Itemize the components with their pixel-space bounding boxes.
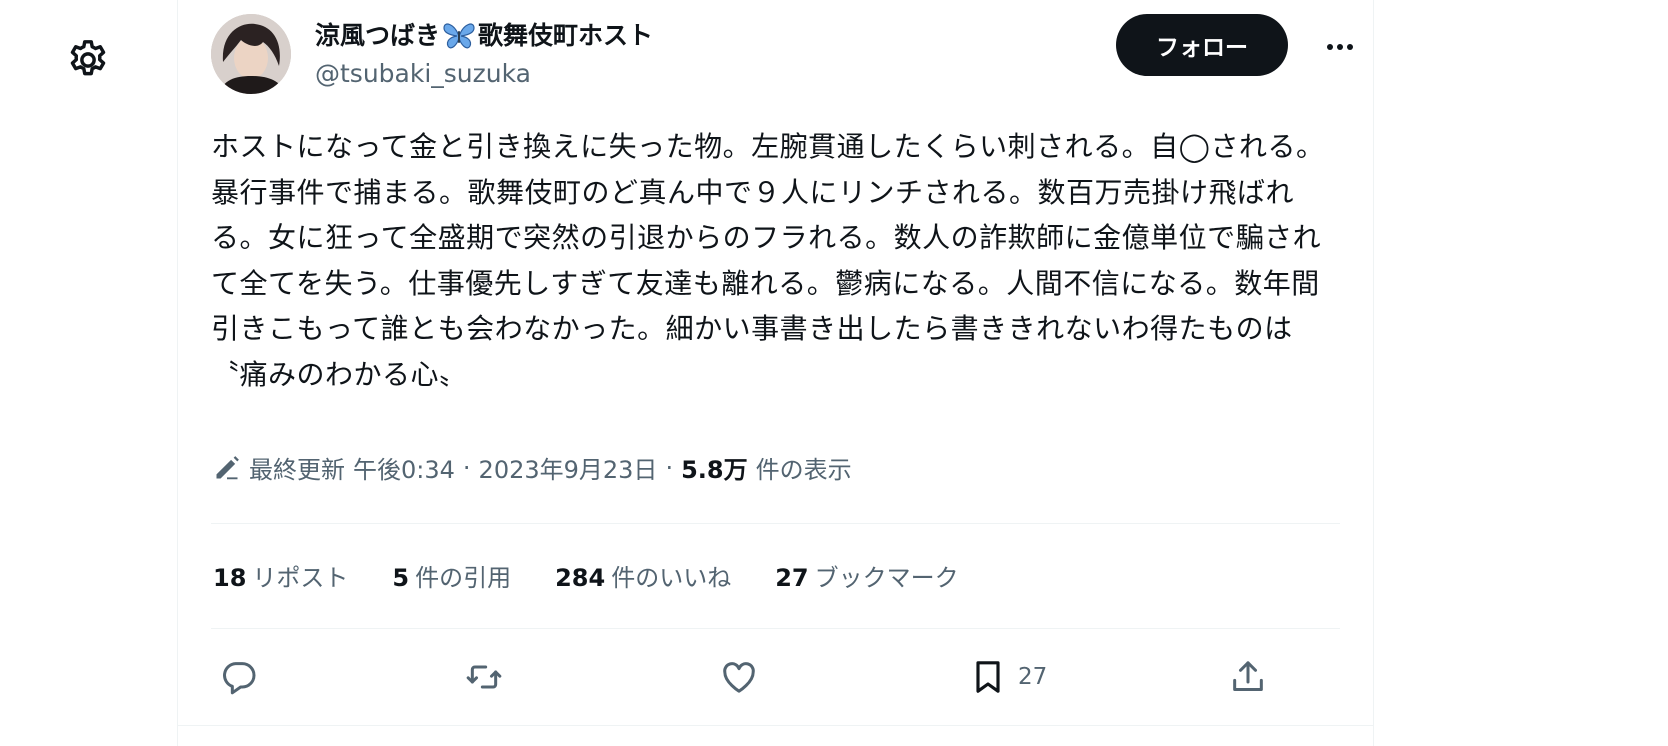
- more-dots-icon: [1326, 43, 1354, 51]
- share-button[interactable]: [1228, 652, 1268, 702]
- settings-button[interactable]: [64, 36, 112, 84]
- stat-number: 5: [392, 564, 410, 592]
- stat-quotes[interactable]: 5 件の引用: [392, 558, 511, 593]
- stat-number: 18: [213, 564, 247, 592]
- stat-label: リポスト: [252, 564, 349, 592]
- reply-button[interactable]: [219, 652, 259, 702]
- tweet-meta: 最終更新 午後0:34 · 2023年9月23日 · 5.8万 件の表示: [213, 450, 852, 485]
- stat-number: 284: [555, 564, 606, 592]
- stat-label: ブックマーク: [814, 564, 959, 592]
- retweet-button[interactable]: [464, 652, 504, 702]
- tweet-date[interactable]: 2023年9月23日: [479, 450, 658, 485]
- stat-label: 件のいいね: [611, 564, 732, 592]
- bookmark-button[interactable]: 27: [968, 652, 1047, 702]
- divider: [211, 628, 1340, 629]
- bookmark-count: 27: [1018, 664, 1048, 690]
- reply-icon: [219, 657, 259, 697]
- butterfly-icon: [442, 21, 476, 51]
- stat-reposts[interactable]: 18 リポスト: [213, 558, 348, 593]
- tweet-text: ホストになって金と引き換えに失った物。左腕貫通したくらい刺される。自◯される。暴…: [211, 130, 1325, 391]
- stat-likes[interactable]: 284 件のいいね: [555, 558, 731, 593]
- meta-dot: ·: [462, 453, 471, 482]
- gear-icon: [65, 37, 111, 83]
- stat-number: 27: [775, 564, 809, 592]
- bookmark-icon: [968, 657, 1008, 697]
- edit-pencil-icon: [213, 454, 241, 482]
- share-icon: [1228, 657, 1268, 697]
- divider: [211, 523, 1340, 524]
- action-bar: 27: [211, 652, 1340, 702]
- views-count: 5.8万: [681, 456, 748, 484]
- user-names: 涼風つばき 歌舞伎町ホスト @tsubaki_suzuka: [315, 18, 653, 92]
- display-name[interactable]: 涼風つばき 歌舞伎町ホスト: [315, 18, 653, 54]
- follow-button[interactable]: フォロー: [1116, 14, 1288, 76]
- stat-label: 件の引用: [415, 564, 512, 592]
- retweet-icon: [464, 657, 504, 697]
- edited-label[interactable]: 最終更新: [249, 450, 345, 485]
- divider: [178, 725, 1373, 726]
- tweet-time[interactable]: 午後0:34: [353, 450, 455, 485]
- stat-bookmarks[interactable]: 27 ブックマーク: [775, 558, 958, 593]
- user-handle[interactable]: @tsubaki_suzuka: [315, 56, 653, 92]
- engagement-stats: 18 リポスト 5 件の引用 284 件のいいね 27 ブックマーク: [213, 558, 1003, 593]
- tweet-detail-column: 涼風つばき 歌舞伎町ホスト @tsubaki_suzuka フォロー ホストにな…: [177, 0, 1374, 746]
- meta-dot: ·: [665, 453, 674, 482]
- views-label: 件の表示: [755, 456, 852, 484]
- heart-icon: [719, 657, 759, 697]
- avatar[interactable]: [211, 14, 291, 94]
- display-name-suffix: 歌舞伎町ホスト: [478, 21, 654, 50]
- display-name-text: 涼風つばき: [315, 21, 441, 50]
- like-button[interactable]: [719, 652, 759, 702]
- tweet-header: 涼風つばき 歌舞伎町ホスト @tsubaki_suzuka フォロー: [211, 14, 1373, 94]
- more-options-button[interactable]: [1320, 27, 1360, 67]
